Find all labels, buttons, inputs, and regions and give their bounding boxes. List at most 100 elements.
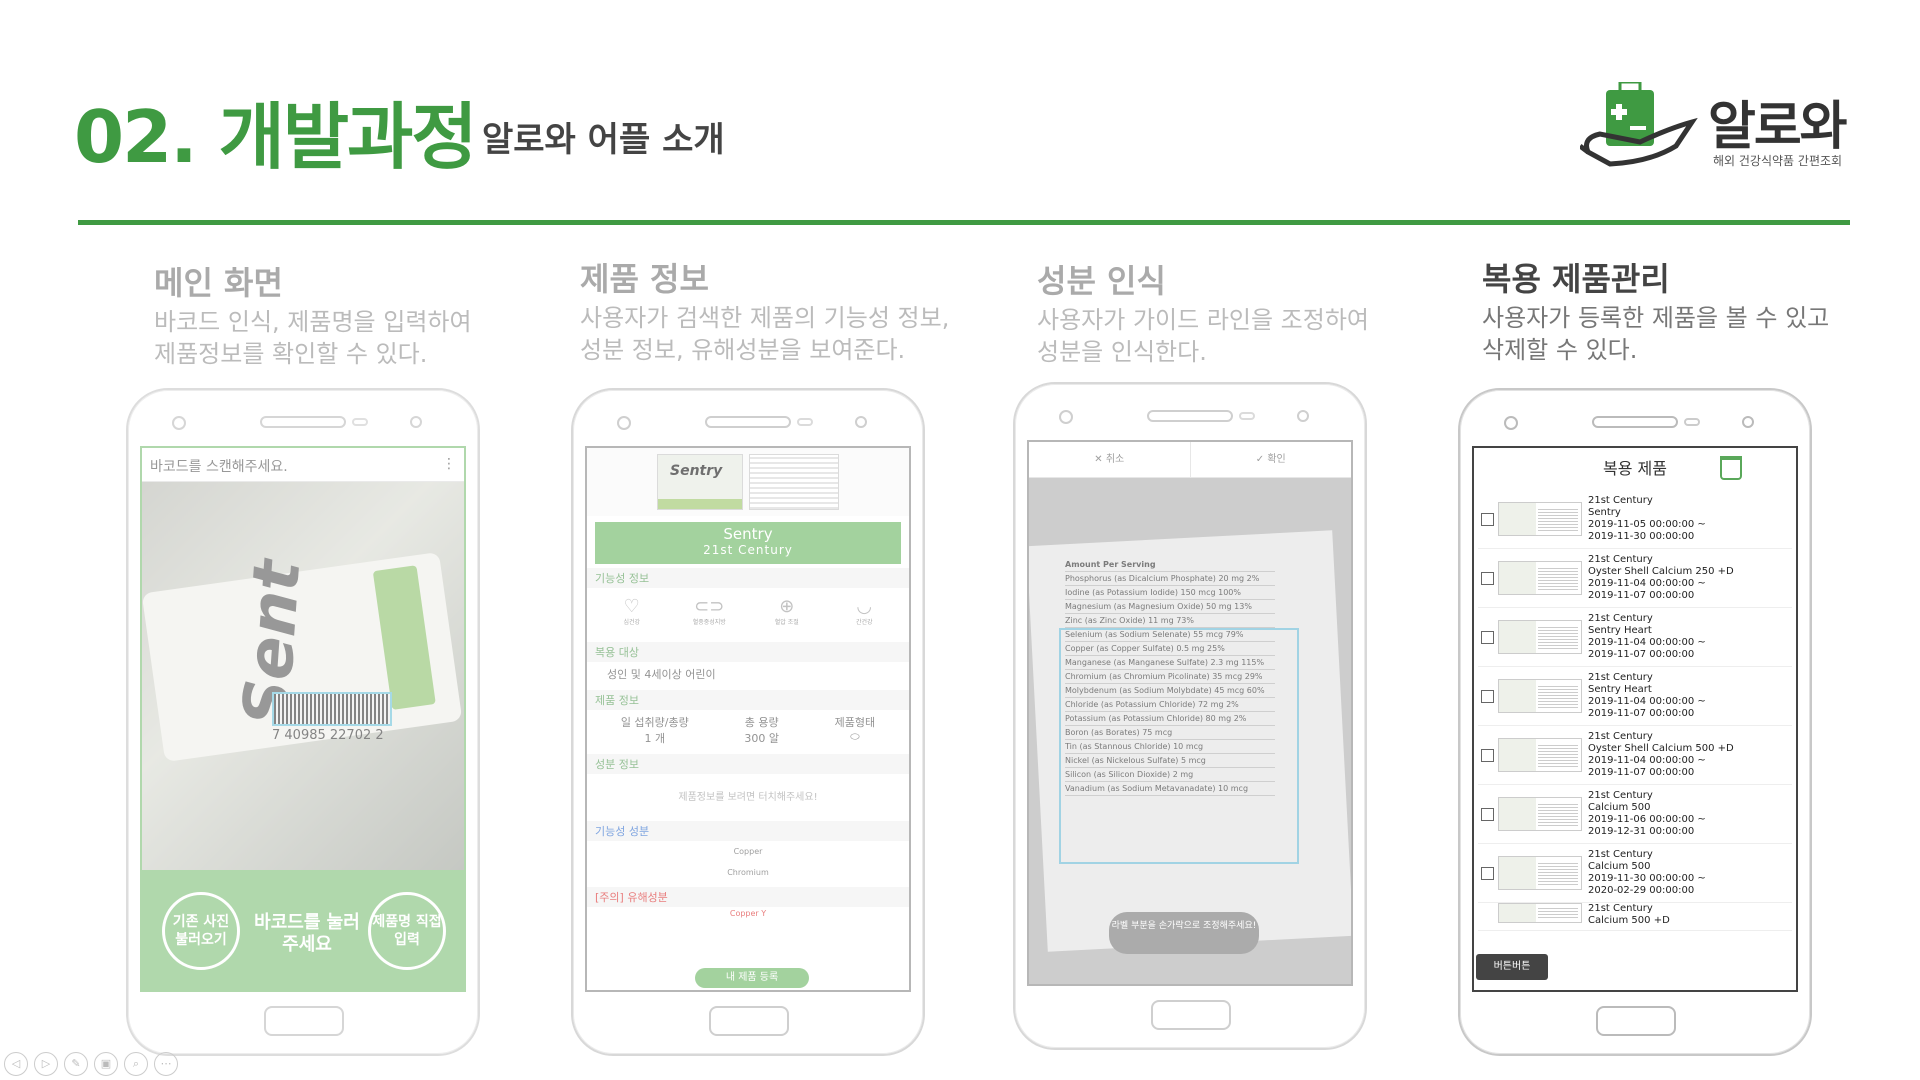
phone-product-management: 복용 제품 21st Century Sentry 2019-11-05 00:00… [1458, 388, 1812, 1056]
next-slide-icon[interactable]: ▷ [34, 1052, 58, 1076]
bottom-button[interactable]: 버튼버튼 [1476, 954, 1548, 980]
scan-barcode-button[interactable]: 바코드를 눌러주세요 [252, 912, 362, 956]
speaker-icon [1592, 416, 1678, 428]
liver-health-icon[interactable]: ◡ 간건강 [839, 596, 889, 630]
function-section-label: 기능성 정보 [587, 568, 909, 588]
prev-slide-icon[interactable]: ◁ [4, 1052, 28, 1076]
list-item[interactable]: 21st Century Oyster Shell Calcium 500 +D 2… [1478, 726, 1792, 785]
section-ingredient-recognition: 성분 인식 사용자가 가이드 라인을 조정하여 성분을 인식한다. [1037, 256, 1457, 368]
trash-icon[interactable] [1720, 456, 1742, 480]
ingredient-section-label: 성분 정보 [587, 754, 909, 774]
functional-section-label: 기능성 성분 [587, 821, 909, 841]
section-desc: 바코드 인식, 제품명을 입력하여 [154, 308, 472, 336]
phone-main-screen: 바코드를 스캔해주세요. ⋮ Sent 7 40985 22702 2 기존 사… [126, 388, 480, 1056]
list-item[interactable]: 21st Century Calcium 500 +D [1478, 903, 1792, 931]
section-desc: 제품정보를 확인할 수 있다. [154, 340, 428, 368]
barcode-number: 7 40985 22702 2 [272, 728, 384, 743]
menu-icon[interactable]: ⋮ [442, 456, 456, 473]
product-thumbnail [1498, 903, 1582, 923]
section-main-screen: 메인 화면 바코드 인식, 제품명을 입력하여 제품정보를 확인할 수 있다. [154, 258, 574, 370]
home-button[interactable] [709, 1006, 789, 1036]
cancel-button[interactable]: ✕ 취소 [1029, 442, 1191, 477]
sensor-icon [1297, 410, 1309, 422]
barcode-highlight [272, 692, 392, 726]
product-box-text: Sentry [670, 463, 723, 479]
more-icon[interactable]: ⋯ [154, 1052, 178, 1076]
product-thumbnail [1498, 679, 1582, 713]
bottle-stripe [372, 565, 436, 710]
sensor-icon [1684, 418, 1700, 426]
load-photo-button[interactable]: 기존 사진 불러오기 [162, 892, 240, 970]
home-button[interactable] [1596, 1006, 1676, 1036]
heart-health-icon[interactable]: ♡ 심건강 [607, 596, 657, 630]
list-item[interactable]: 21st Century Sentry Heart 2019-11-04 00:00… [1478, 667, 1792, 726]
section-product-management: 복용 제품관리 사용자가 등록한 제품을 볼 수 있고 삭제할 수 있다. [1482, 254, 1882, 366]
section-title: 메인 화면 [154, 264, 283, 302]
harmful-section-label: [주의] 유해성분 [587, 887, 909, 907]
info-value: 1 개 [644, 732, 666, 745]
blood-lipid-icon[interactable]: ⊂⊃ 혈중중성지방 [684, 596, 734, 630]
section-desc: 사용자가 검색한 제품의 기능성 정보, [580, 304, 950, 332]
section-desc: 사용자가 가이드 라인을 조정하여 [1037, 306, 1370, 334]
barcode-search-bar[interactable]: 바코드를 스캔해주세요. ⋮ [142, 448, 464, 482]
item-checkbox[interactable] [1481, 512, 1494, 526]
item-checkbox[interactable] [1481, 866, 1494, 880]
logo-tagline: 해외 건강식약품 간편조회 [1713, 154, 1843, 168]
product-name: Sentry [723, 525, 773, 543]
crop-toolbar: ✕ 취소 ✓ 확인 [1029, 442, 1351, 478]
header-divider [78, 220, 1850, 225]
list-item[interactable]: 21st Century Calcium 500 2019-11-06 00:00:… [1478, 785, 1792, 844]
item-checkbox[interactable] [1481, 689, 1494, 703]
section-title: 복용 제품관리 [1482, 260, 1670, 298]
register-product-button[interactable]: 내 제품 등록 [695, 968, 809, 988]
list-item[interactable]: 21st Century Calcium 500 2019-11-30 00:00:… [1478, 844, 1792, 903]
sensor-icon [1742, 416, 1754, 428]
list-item[interactable]: 21st Century Sentry Heart 2019-11-04 00:00… [1478, 608, 1792, 667]
info-label: 총 용량 [744, 716, 779, 729]
info-section-label: 제품 정보 [587, 690, 909, 710]
pen-icon[interactable]: ✎ [64, 1052, 88, 1076]
item-checkbox[interactable] [1481, 571, 1494, 585]
camera-icon [617, 416, 631, 430]
target-text: 성인 및 4세이상 어린이 [607, 668, 716, 681]
product-thumbnail [1498, 856, 1582, 890]
home-button[interactable] [1151, 1000, 1231, 1030]
guide-toast: 라벨 부분을 손가락으로 조정해주세요! [1109, 912, 1259, 954]
home-button[interactable] [264, 1006, 344, 1036]
sensor-icon [352, 418, 368, 426]
crop-guide-box[interactable] [1059, 628, 1299, 864]
action-panel: 기존 사진 불러오기 바코드를 눌러주세요 제품명 직접입력 [142, 870, 464, 990]
slideshow-controls: ◁ ▷ ✎ ▣ ⌕ ⋯ [4, 1052, 178, 1076]
section-desc: 성분 정보, 유해성분을 보여준다. [580, 336, 906, 364]
camera-preview: Sent 7 40985 22702 2 [142, 482, 464, 882]
info-grid: 일 섭취량/총량 1 개 총 용량 300 알 제품형태 ⬭ [587, 710, 909, 750]
search-text: 바코드를 스캔해주세요. [150, 459, 288, 475]
item-checkbox[interactable] [1481, 807, 1494, 821]
zoom-icon[interactable]: ⌕ [124, 1052, 148, 1076]
manual-entry-button[interactable]: 제품명 직접입력 [368, 892, 446, 970]
product-image: Sentry [587, 448, 909, 516]
ingredient-hint[interactable]: 제품정보를 보려면 터치해주세요! [587, 774, 909, 817]
product-list: 21st Century Sentry 2019-11-05 00:00:00 ~2… [1474, 490, 1796, 931]
list-item[interactable]: 21st Century Sentry 2019-11-05 00:00:00 ~2… [1478, 490, 1792, 549]
functional-ingredient: Chromium [727, 868, 769, 877]
info-label: 제품형태 [834, 716, 876, 729]
item-checkbox[interactable] [1481, 630, 1494, 644]
page-title: 02. 개발과정 [74, 95, 478, 179]
list-title: 복용 제품 [1603, 459, 1667, 478]
list-item[interactable]: 21st Century Oyster Shell Calcium 250 +D 2… [1478, 549, 1792, 608]
blood-pressure-icon[interactable]: ⊕ 혈압 조절 [762, 596, 812, 630]
harmful-ingredient: Copper Y [729, 909, 767, 918]
product-label-image [749, 454, 839, 510]
section-title: 제품 정보 [580, 260, 709, 298]
section-title: 성분 인식 [1037, 262, 1166, 300]
speaker-icon [705, 416, 791, 428]
confirm-button[interactable]: ✓ 확인 [1191, 442, 1352, 477]
item-checkbox[interactable] [1481, 748, 1494, 762]
product-thumbnail [1498, 797, 1582, 831]
slides-icon[interactable]: ▣ [94, 1052, 118, 1076]
label-photo: Amount Per Serving Phosphorus (as Dicalc… [1029, 478, 1351, 984]
section-desc: 사용자가 등록한 제품을 볼 수 있고 [1482, 304, 1830, 332]
speaker-icon [1147, 410, 1233, 422]
phone-product-info: Sentry Sentry 21st Century 기능성 정보 ♡ 심건강 ⊂… [571, 388, 925, 1056]
